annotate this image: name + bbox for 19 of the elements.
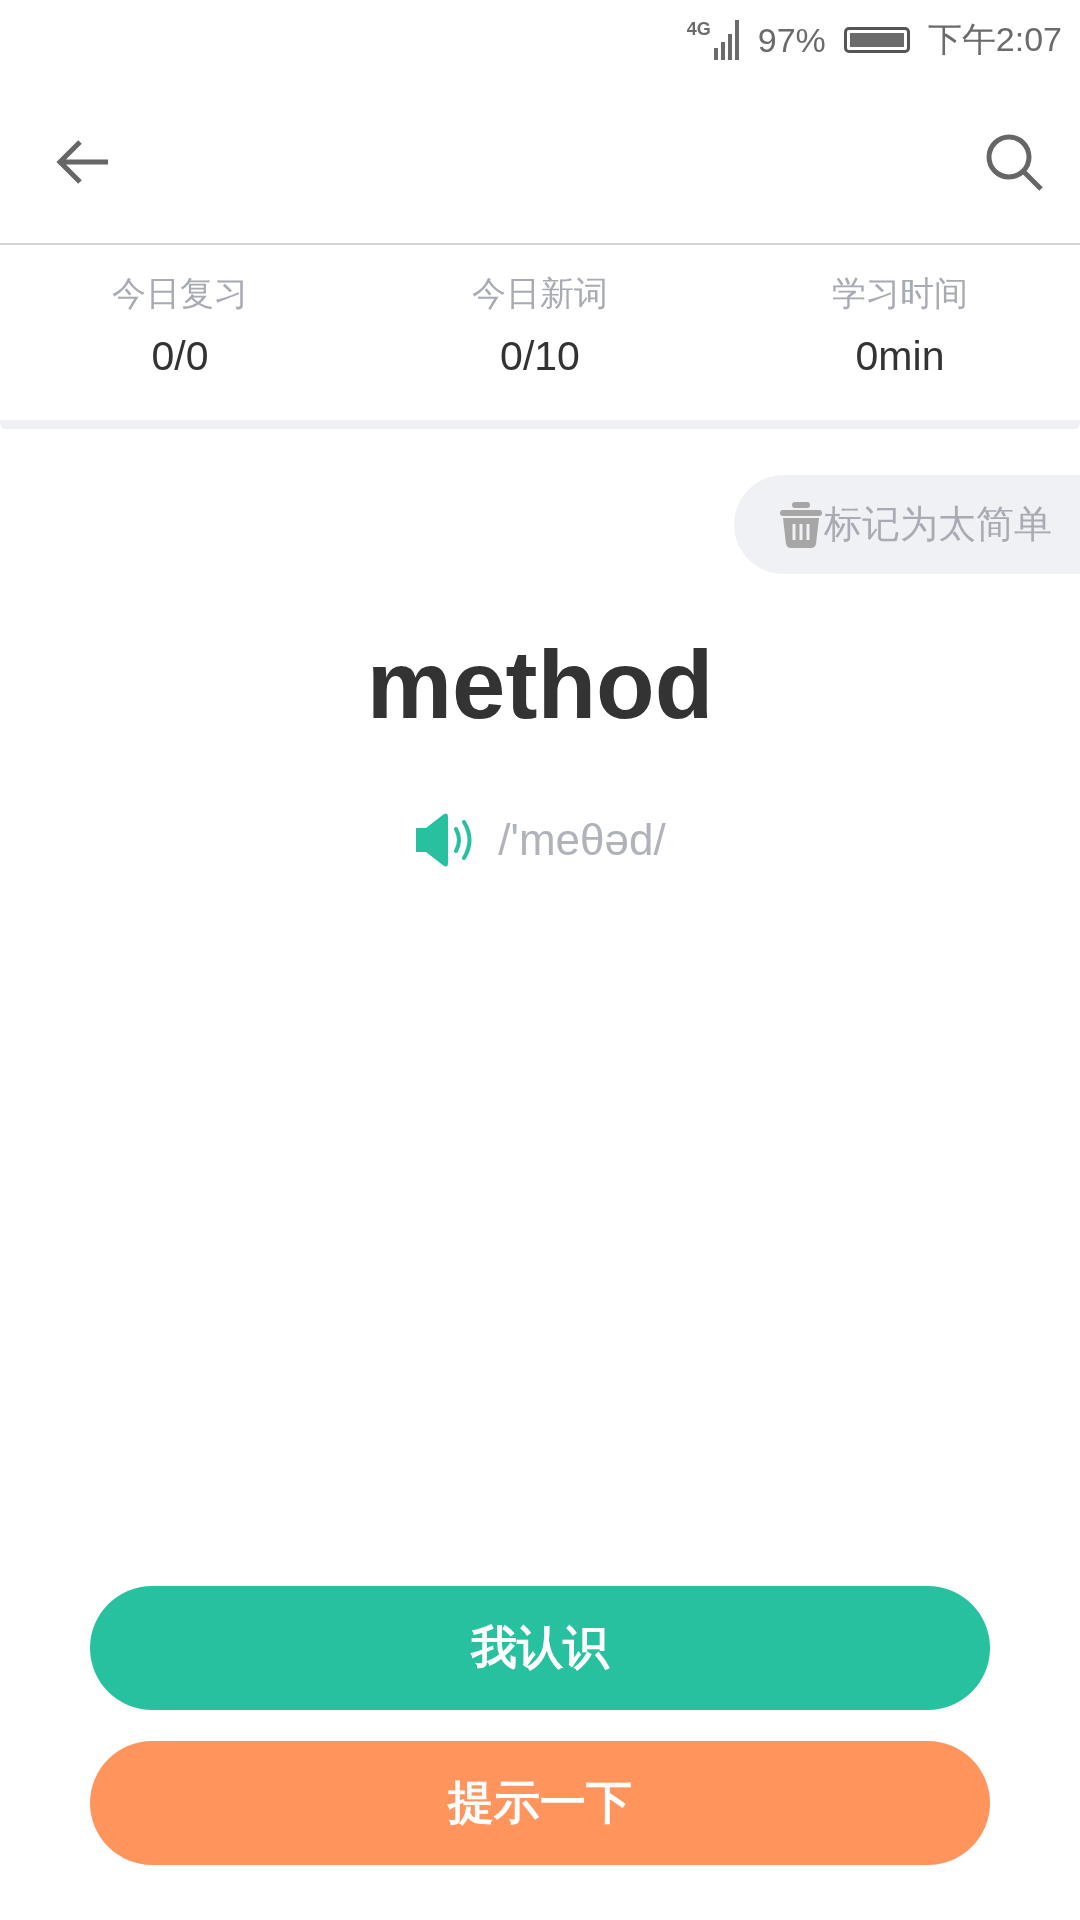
action-button[interactable]: 我认识 [90, 1586, 990, 1710]
stat-value: 0/10 [500, 333, 580, 380]
battery-percent: 97% [757, 20, 826, 60]
word-title: method [366, 630, 714, 740]
stat-label: 今日复习 [112, 273, 248, 314]
action-button[interactable]: 提示一下 [90, 1741, 990, 1865]
stat-label: 今日新词 [472, 273, 608, 314]
stat-value: 0/0 [151, 333, 209, 380]
phonetic-text: /'meθəd/ [498, 815, 666, 865]
back-button[interactable] [56, 138, 110, 185]
back-arrow-icon [56, 138, 110, 185]
stat-value: 0min [855, 333, 945, 380]
clock-time: 下午2:07 [927, 19, 1062, 60]
battery-icon [843, 27, 910, 53]
mark-too-easy-button[interactable]: 标记为太简单 [734, 475, 1080, 574]
trash-icon [780, 501, 822, 548]
signal-icon [713, 20, 740, 60]
stat-label: 学习时间 [832, 273, 968, 314]
network-type: 4G [686, 20, 711, 38]
